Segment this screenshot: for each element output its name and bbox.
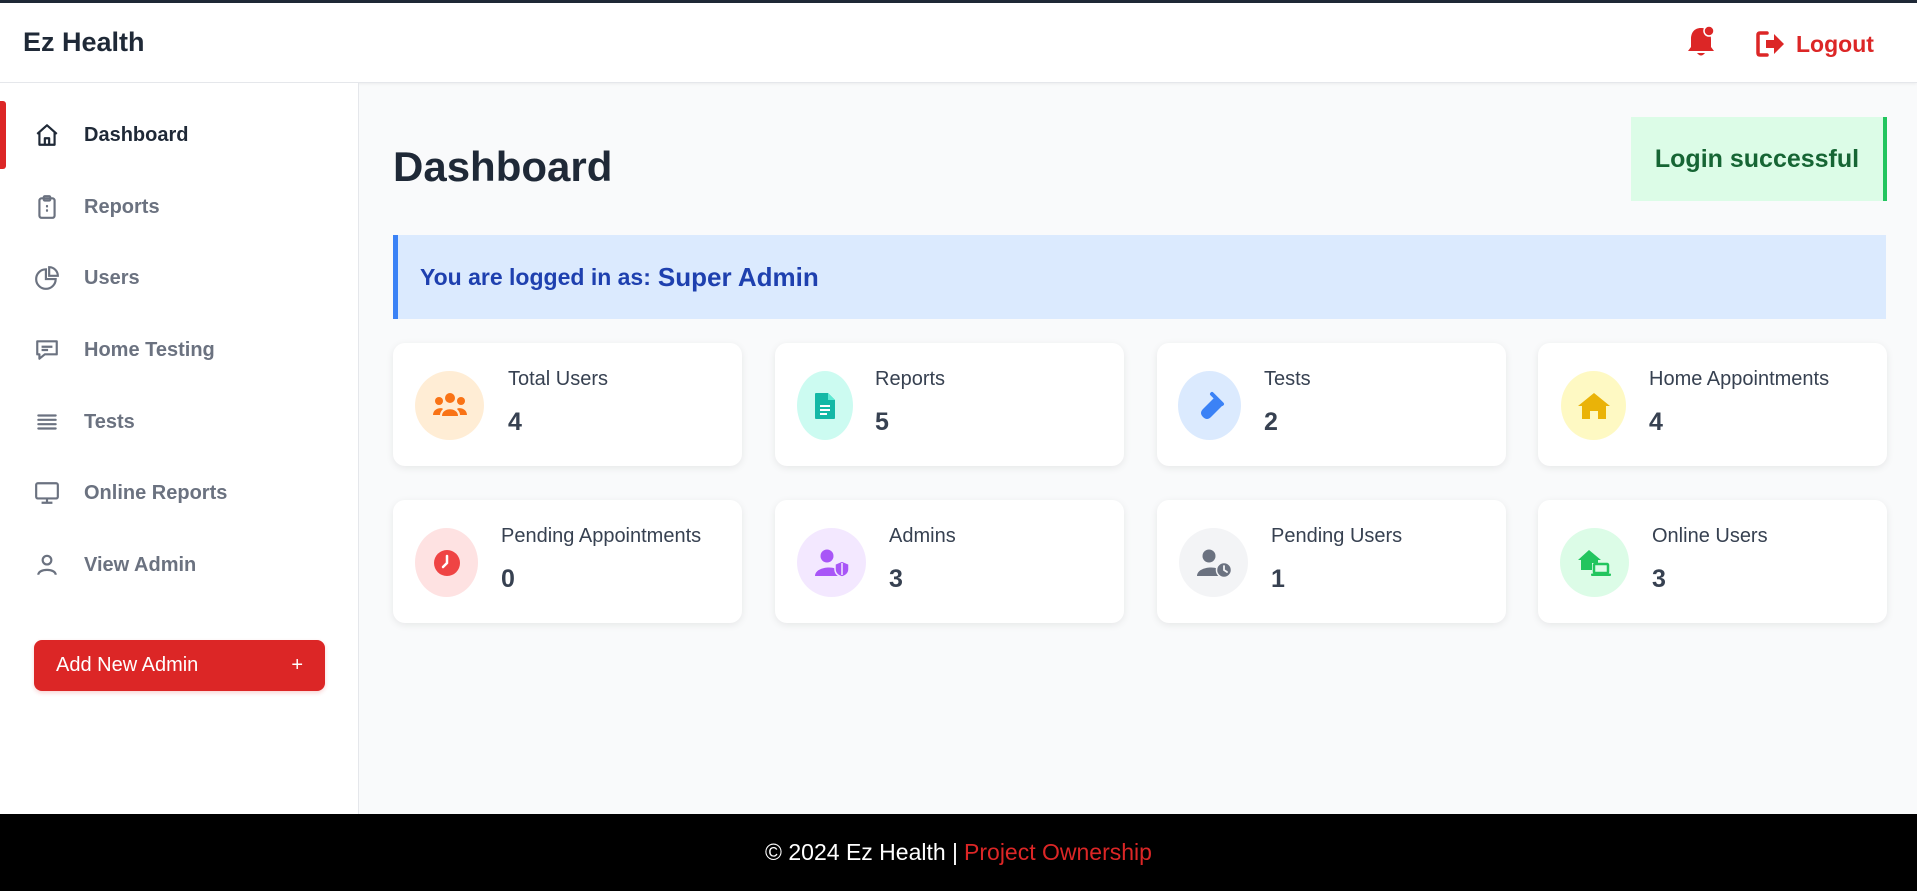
logged-in-prefix: You are logged in as: xyxy=(420,263,651,290)
logout-button[interactable]: Logout xyxy=(1756,25,1874,63)
user-role: Super Admin xyxy=(657,261,819,292)
sidebar-item-reports[interactable]: Reports xyxy=(0,173,359,241)
sidebar-item-label: View Admin xyxy=(84,553,197,576)
stat-value: 3 xyxy=(1652,565,1666,593)
stat-card-reports[interactable]: Reports 5 xyxy=(775,343,1124,466)
sign-out-icon xyxy=(1756,31,1784,57)
login-toast: Login successful xyxy=(1631,117,1887,201)
logged-in-banner: You are logged in as: Super Admin xyxy=(393,235,1886,319)
test-tube-icon xyxy=(1178,371,1241,440)
sidebar-item-dashboard[interactable]: Dashboard xyxy=(0,101,359,169)
sidebar-item-tests[interactable]: Tests xyxy=(0,388,359,456)
sidebar-item-label: Online Reports xyxy=(84,481,228,504)
stat-card-home-appointments[interactable]: Home Appointments 4 xyxy=(1538,343,1887,466)
sidebar-item-label: Home Testing xyxy=(84,338,215,361)
sidebar-item-label: Dashboard xyxy=(84,123,189,146)
stat-card-pending-users[interactable]: Pending Users 1 xyxy=(1157,500,1506,623)
stat-label: Total Users xyxy=(508,368,609,390)
stat-value: 4 xyxy=(508,408,522,436)
top-header: Ez Health Logout xyxy=(0,3,1917,83)
stat-label: Pending Appointments xyxy=(501,525,702,547)
file-icon xyxy=(797,371,853,440)
add-new-admin-button[interactable]: Add New Admin + xyxy=(34,640,325,691)
home-icon xyxy=(33,121,61,149)
user-shield-icon xyxy=(797,528,866,597)
stat-value: 0 xyxy=(501,565,515,593)
active-indicator xyxy=(0,101,6,169)
stat-card-pending-appointments[interactable]: Pending Appointments 0 xyxy=(393,500,742,623)
stat-label: Home Appointments xyxy=(1649,368,1830,390)
sidebar-item-label: Reports xyxy=(84,195,160,218)
project-ownership-link[interactable]: Project Ownership xyxy=(964,839,1152,866)
monitor-icon xyxy=(33,479,61,507)
stat-value: 5 xyxy=(875,408,889,436)
stat-label: Reports xyxy=(875,368,946,390)
stat-card-online-users[interactable]: Online Users 3 xyxy=(1538,500,1887,623)
stat-value: 1 xyxy=(1271,565,1285,593)
house-icon xyxy=(1561,371,1626,440)
user-clock-icon xyxy=(1179,528,1248,597)
bell-icon[interactable] xyxy=(1685,24,1717,60)
stat-card-tests[interactable]: Tests 2 xyxy=(1157,343,1506,466)
users-icon xyxy=(415,371,484,440)
stat-label: Tests xyxy=(1264,368,1311,390)
sidebar-item-online-reports[interactable]: Online Reports xyxy=(0,459,359,527)
user-icon xyxy=(33,551,61,579)
sidebar-item-view-admin[interactable]: View Admin xyxy=(0,531,359,599)
clock-icon xyxy=(415,528,478,597)
stat-value: 4 xyxy=(1649,408,1663,436)
list-icon xyxy=(33,408,61,436)
house-laptop-icon xyxy=(1560,528,1629,597)
stat-label: Admins xyxy=(889,525,956,547)
sidebar-item-label: Tests xyxy=(84,410,135,433)
app-brand[interactable]: Ez Health xyxy=(23,27,145,58)
page-title: Dashboard xyxy=(393,143,613,190)
stat-card-total-users[interactable]: Total Users 4 xyxy=(393,343,742,466)
stat-value: 2 xyxy=(1264,408,1278,436)
sidebar-item-home-testing[interactable]: Home Testing xyxy=(0,316,359,384)
footer: © 2024 Ez Health | Project Ownership xyxy=(0,814,1917,891)
add-admin-label: Add New Admin xyxy=(56,654,199,676)
stat-value: 3 xyxy=(889,565,903,593)
pie-chart-icon xyxy=(33,264,61,292)
sidebar-item-users[interactable]: Users xyxy=(0,244,359,312)
clipboard-icon xyxy=(33,193,61,221)
stat-card-admins[interactable]: Admins 3 xyxy=(775,500,1124,623)
sidebar-item-label: Users xyxy=(84,266,140,289)
sidebar: Dashboard Reports Users Home Testing Tes… xyxy=(0,83,359,814)
stat-label: Online Users xyxy=(1652,525,1768,547)
chat-icon xyxy=(33,336,61,364)
plus-icon: + xyxy=(291,654,303,676)
logout-label: Logout xyxy=(1796,30,1874,57)
footer-copyright: © 2024 Ez Health | xyxy=(765,839,959,865)
stat-label: Pending Users xyxy=(1271,525,1403,547)
